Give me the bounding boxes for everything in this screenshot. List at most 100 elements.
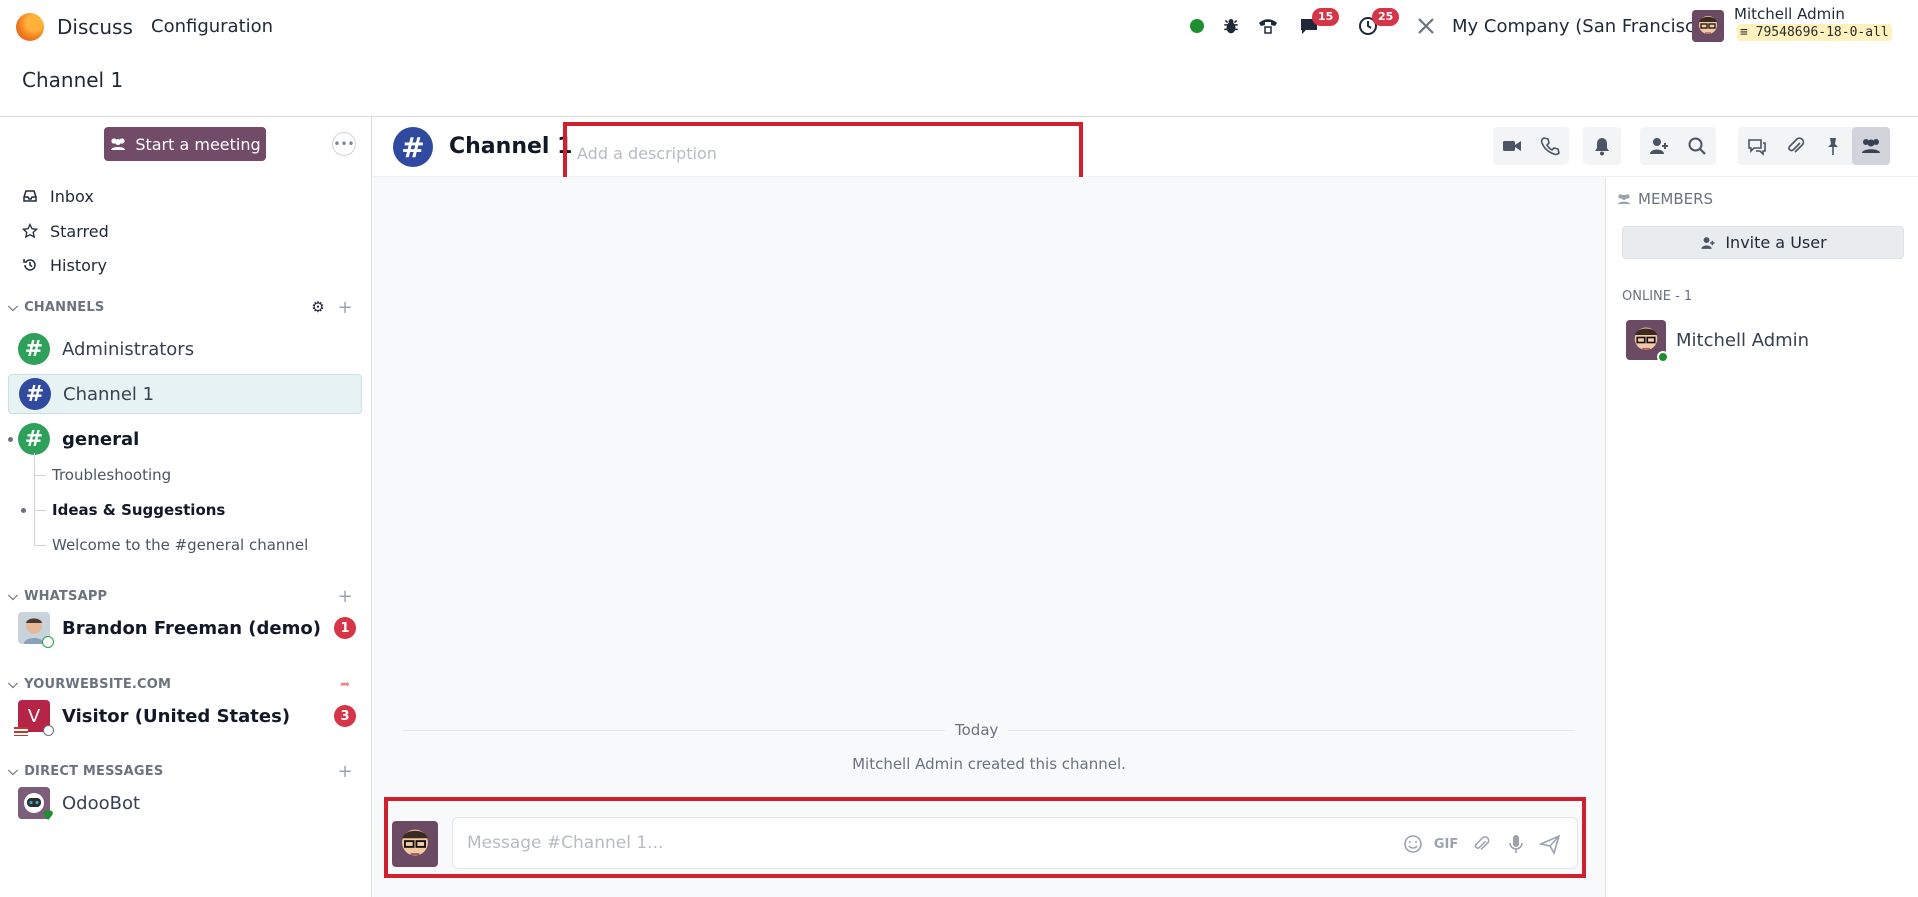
members-panel: MEMBERS Invite a User ONLINE - 1 Mitchel… [1605,177,1918,897]
phone-icon[interactable] [1531,127,1569,165]
user-avatar[interactable] [1692,10,1724,42]
channel-hash-icon: # [393,127,433,167]
bot-online-icon: ♥ [42,809,54,824]
category-website[interactable]: ⌵ YOURWEBSITE.COM [8,674,171,694]
add-channel-icon[interactable]: + [335,297,355,318]
invite-user-button[interactable]: Invite a User [1622,226,1904,259]
sign-out-icon[interactable]: ➦ [335,674,355,694]
thread-tree-tick [34,545,46,546]
activities-count-badge: 25 [1372,8,1400,26]
avatar: V [14,700,54,736]
add-whatsapp-icon[interactable]: + [335,586,355,607]
sidebar-options-icon[interactable]: ••• [332,132,356,156]
users-icon [111,138,126,150]
invite-user-label: Invite a User [1725,233,1827,252]
message-input[interactable] [467,818,1367,868]
star-icon [22,223,38,239]
category-label: YOURWEBSITE.COM [24,676,172,692]
member-item[interactable]: Mitchell Admin [1626,320,1809,363]
channel-administrators[interactable]: # Administrators [8,329,362,369]
channel-channel-1[interactable]: # Channel 1 [8,374,362,414]
composer: GIF [452,817,1578,869]
company-switcher[interactable]: My Company (San Francisco) [1452,16,1713,37]
emoji-icon[interactable] [1401,832,1425,856]
member-tools [1640,127,1716,165]
add-user-icon [1701,236,1715,249]
members-title: MEMBERS [1616,190,1713,208]
gif-icon[interactable]: GIF [1434,832,1458,856]
presence-status-icon[interactable] [1189,14,1205,38]
mailbox-starred[interactable]: Starred [22,218,109,244]
thread-tree-tick [34,510,46,511]
channel-hash-icon: # [18,333,50,365]
category-label: CHANNELS [24,299,105,315]
message-list: Today Mitchell Admin created this channe… [373,177,1605,897]
channel-created-notification: Mitchell Admin created this channel. [852,755,1126,773]
microphone-icon[interactable] [1504,832,1528,856]
date-separator: Today [945,721,1009,739]
description-input[interactable] [571,130,1075,176]
sub-thread-troubleshooting[interactable]: Troubleshooting [52,464,171,486]
channel-label: Administrators [62,338,195,360]
chat-label: Brandon Freeman (demo) [62,617,321,639]
send-paper-plane-icon[interactable] [1538,832,1562,856]
paperclip-icon[interactable] [1776,127,1814,165]
start-meeting-button[interactable]: Start a meeting [104,127,266,161]
bell-icon[interactable] [1583,127,1621,165]
category-label: DIRECT MESSAGES [24,763,164,779]
pin-icon[interactable] [1814,127,1852,165]
database-name: 79548696-18-0-all [1755,25,1889,40]
category-channels[interactable]: ⌵ CHANNELS [8,297,104,317]
channel-general[interactable]: # general [8,419,362,459]
members-panel-icon[interactable] [1852,127,1890,165]
control-panel: Channel 1 [0,54,1918,117]
whatsapp-icon [42,636,54,648]
mailbox-label: Starred [50,221,109,241]
start-meeting-label: Start a meeting [135,134,261,154]
sub-thread-ideas[interactable]: Ideas & Suggestions [52,499,225,521]
voip-phone-icon[interactable] [1255,14,1281,38]
gear-icon[interactable]: ⚙ [308,297,328,317]
thread-tree-tick [34,475,46,476]
chat-odoobot[interactable]: ♥ OdooBot [8,783,362,823]
mailbox-history[interactable]: History [22,252,107,278]
avatar-initial: V [27,705,41,727]
discuss-logo-icon[interactable] [16,13,44,41]
mailbox-label: Inbox [50,186,94,206]
attachment-paperclip-icon[interactable] [1469,832,1493,856]
app-name[interactable]: Discuss [57,15,133,39]
activities-clock-icon[interactable]: 25 [1356,8,1400,38]
video-camera-icon[interactable] [1493,127,1531,165]
chevron-down-icon: ⌵ [8,588,19,604]
composer-avatar [392,821,438,867]
thread-header: # Channel 1 [373,117,1918,184]
settings-tools-icon[interactable] [1414,14,1438,38]
add-user-icon[interactable] [1640,127,1678,165]
users-icon [1618,194,1630,205]
chat-label: OdooBot [62,792,141,814]
user-name[interactable]: Mitchell Admin [1734,5,1845,23]
us-flag-icon [14,727,28,736]
threads-icon[interactable] [1738,127,1776,165]
sub-thread-welcome[interactable]: Welcome to the #general channel [52,534,308,556]
category-whatsapp[interactable]: ⌵ WHATSAPP [8,586,107,606]
chat-brandon-freeman[interactable]: Brandon Freeman (demo) 1 [8,608,362,648]
channel-label: general [62,428,140,450]
messages-icon[interactable]: 15 [1296,8,1340,38]
mailbox-inbox[interactable]: Inbox [22,183,94,209]
category-direct-messages[interactable]: ⌵ DIRECT MESSAGES [8,761,163,781]
menu-configuration[interactable]: Configuration [151,16,273,37]
thread-title[interactable]: Channel 1 [449,134,572,159]
debug-bug-icon[interactable] [1219,14,1243,38]
channel-hash-icon: # [18,423,50,455]
chat-visitor[interactable]: V Visitor (United States) 3 [8,696,362,736]
chevron-down-icon: ⌵ [8,763,19,779]
add-direct-message-icon[interactable]: + [335,761,355,782]
thread-tree-line [34,453,35,545]
inbox-icon [23,190,37,202]
notification-tools [1583,127,1621,165]
discuss-sidebar: Start a meeting ••• Inbox Starred Histor… [0,117,372,897]
category-label: WHATSAPP [24,588,108,604]
search-icon[interactable] [1678,127,1716,165]
unread-indicator [21,508,26,513]
